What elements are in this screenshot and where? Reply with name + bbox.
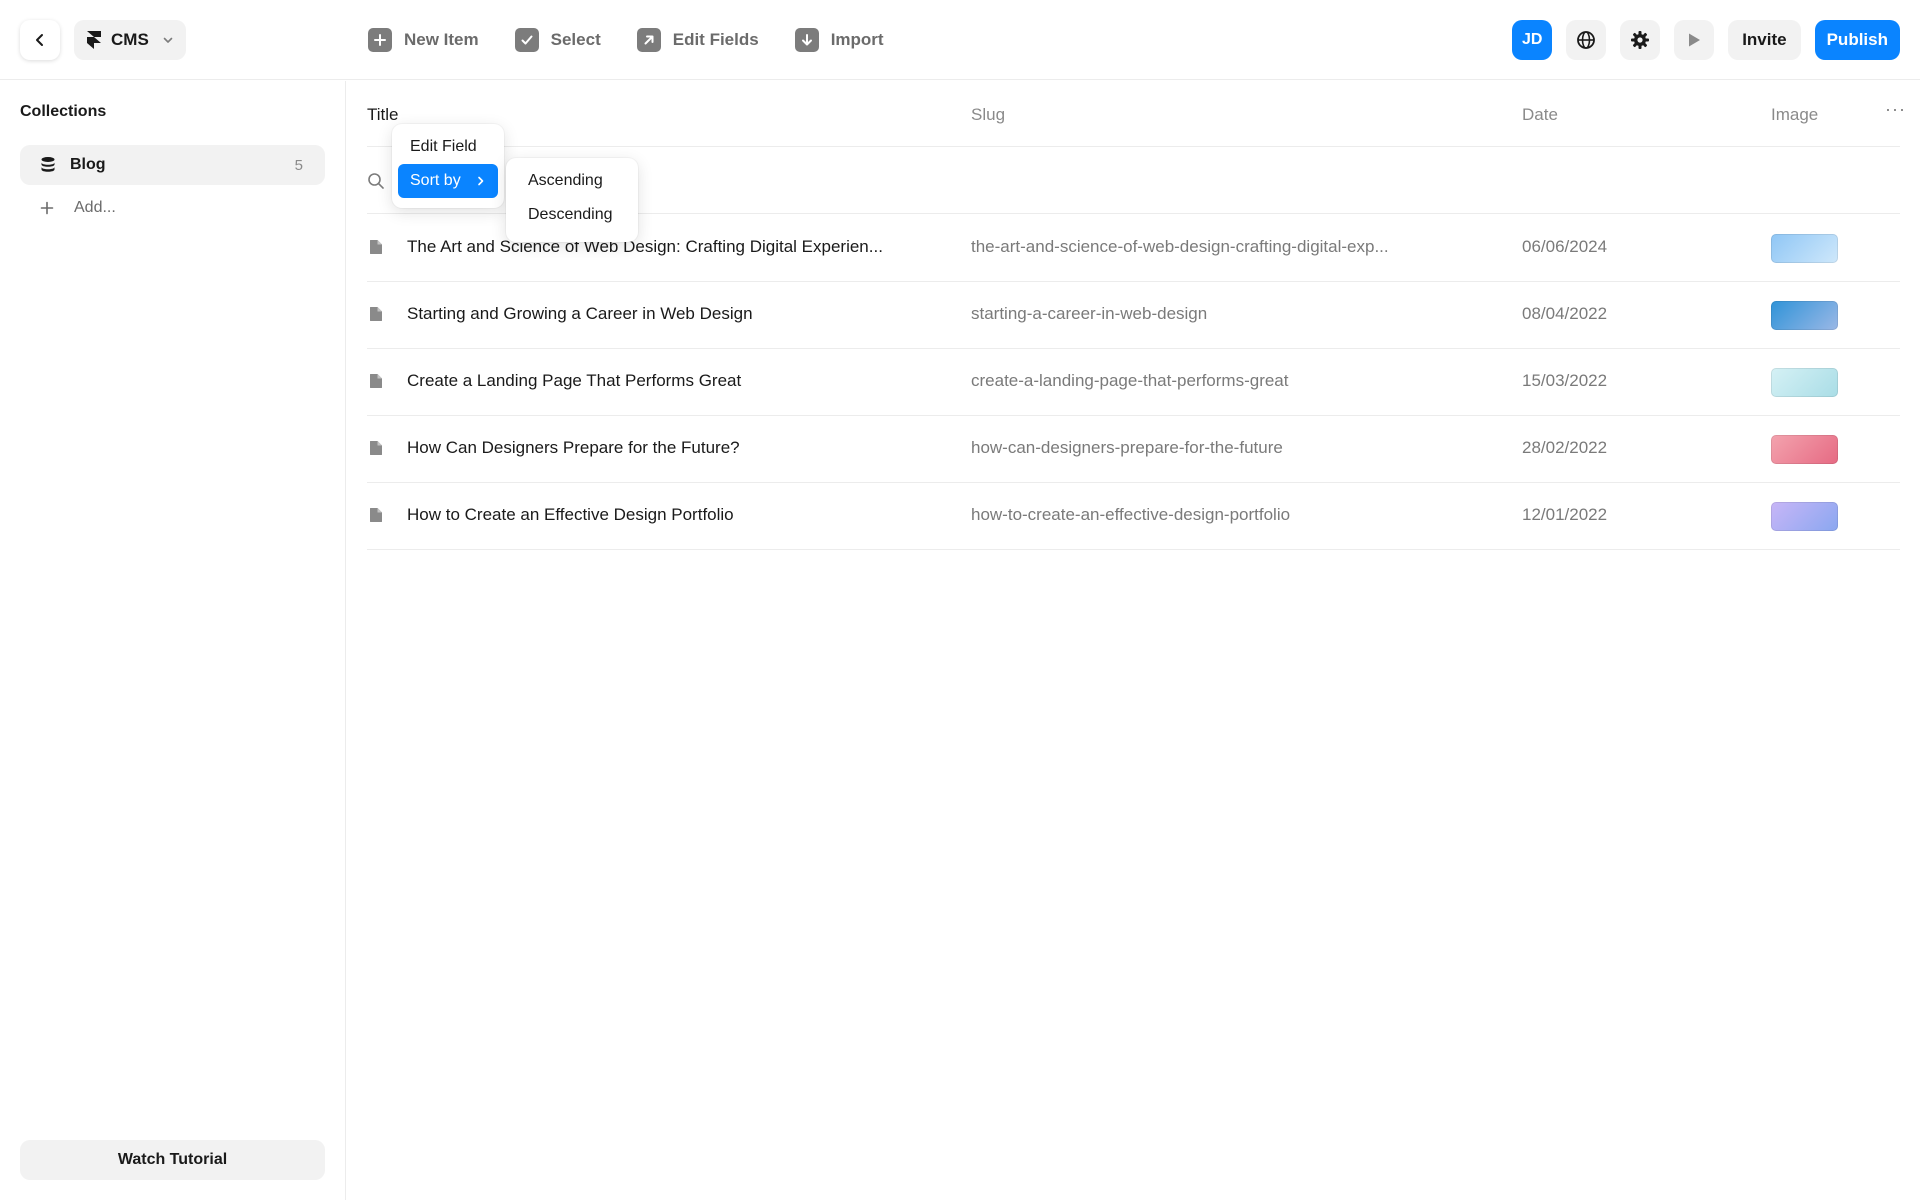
column-header-slug[interactable]: Slug	[971, 105, 1005, 125]
column-header-image[interactable]: Image	[1771, 105, 1818, 125]
settings-button[interactable]	[1620, 20, 1661, 60]
table-rows: The Art and Science of Web Design: Craft…	[367, 215, 1900, 550]
document-icon	[370, 374, 382, 388]
add-collection-button[interactable]: Add...	[40, 193, 116, 223]
plus-icon	[368, 28, 392, 52]
sort-submenu: Ascending Descending	[506, 158, 638, 242]
row-title: How Can Designers Prepare for the Future…	[407, 438, 740, 457]
import-label: Import	[830, 30, 884, 49]
collections-sidebar: Collections Blog 5 Add... Watch Tutorial	[0, 81, 346, 1200]
select-button[interactable]: Select	[514, 28, 601, 52]
row-image-thumbnail[interactable]	[1771, 234, 1838, 263]
row-slug: starting-a-career-in-web-design	[971, 304, 1208, 323]
document-icon	[370, 508, 382, 522]
row-slug: create-a-landing-page-that-performs-grea…	[971, 371, 1289, 390]
gear-icon	[1631, 31, 1650, 49]
row-date: 08/04/2022	[1522, 304, 1608, 323]
table-row[interactable]: Starting and Growing a Career in Web Des…	[367, 282, 1900, 349]
new-item-label: New Item	[404, 30, 479, 49]
arrow-up-right-icon	[636, 28, 661, 52]
arrow-down-icon	[794, 28, 819, 52]
table-row[interactable]: How to Create an Effective Design Portfo…	[367, 483, 1900, 550]
row-image-thumbnail[interactable]	[1771, 502, 1838, 531]
menu-item-label: Descending	[528, 206, 613, 223]
row-image-thumbnail[interactable]	[1771, 301, 1838, 330]
top-bar: CMS New Item Select Edit Fields Import J…	[0, 0, 1920, 80]
cms-label: CMS	[111, 30, 149, 49]
document-icon	[370, 441, 382, 455]
select-label: Select	[550, 30, 601, 49]
row-title: How to Create an Effective Design Portfo…	[407, 505, 734, 524]
row-date: 15/03/2022	[1522, 371, 1608, 390]
row-title: Create a Landing Page That Performs Grea…	[407, 371, 742, 390]
menu-item-ascending[interactable]: Ascending	[512, 164, 632, 198]
more-options-icon[interactable]: ···	[1885, 99, 1906, 120]
cms-project-switcher[interactable]: CMS	[74, 20, 186, 60]
row-title: Starting and Growing a Career in Web Des…	[407, 304, 753, 323]
chevron-left-icon	[36, 34, 43, 46]
watch-tutorial-button[interactable]: Watch Tutorial	[20, 1140, 325, 1180]
table-row[interactable]: How Can Designers Prepare for the Future…	[367, 416, 1900, 483]
document-icon	[370, 307, 382, 321]
framer-logo-icon	[87, 31, 101, 49]
row-slug: how-can-designers-prepare-for-the-future	[971, 438, 1283, 457]
edit-fields-button[interactable]: Edit Fields	[636, 28, 759, 52]
menu-item-label: Edit Field	[410, 138, 477, 155]
document-icon	[370, 240, 382, 254]
row-title: The Art and Science of Web Design: Craft…	[407, 237, 883, 256]
row-date: 28/02/2022	[1522, 438, 1608, 457]
user-avatar[interactable]: JD	[1512, 20, 1553, 60]
globe-icon	[1577, 31, 1596, 49]
column-header-date[interactable]: Date	[1522, 105, 1558, 125]
add-collection-label: Add...	[74, 199, 116, 216]
header-actions: JD Invite Publish	[1512, 20, 1900, 60]
menu-item-descending[interactable]: Descending	[512, 198, 632, 232]
row-date: 06/06/2024	[1522, 237, 1608, 256]
publish-button[interactable]: Publish	[1814, 20, 1900, 60]
site-settings-button[interactable]	[1566, 20, 1607, 60]
menu-item-edit-field[interactable]: Edit Field	[398, 130, 498, 164]
menu-item-sort-by[interactable]: Sort by	[398, 164, 498, 198]
preview-button[interactable]	[1674, 20, 1715, 60]
row-image-thumbnail[interactable]	[1771, 368, 1838, 397]
toolbar: New Item Select Edit Fields Import	[368, 24, 884, 56]
collection-name: Blog	[70, 156, 106, 173]
menu-item-label: Sort by	[410, 172, 461, 189]
column-header-title[interactable]: Title	[367, 105, 399, 125]
menu-item-label: Ascending	[528, 172, 603, 189]
row-date: 12/01/2022	[1522, 505, 1608, 524]
row-slug: how-to-create-an-effective-design-portfo…	[971, 505, 1291, 524]
new-item-button[interactable]: New Item	[368, 28, 479, 52]
sidebar-item-blog[interactable]: Blog 5	[20, 145, 325, 185]
collections-heading: Collections	[20, 103, 107, 120]
collection-count: 5	[294, 156, 303, 174]
table-header: Title Slug Date Image ···	[367, 81, 1905, 147]
row-image-thumbnail[interactable]	[1771, 435, 1838, 464]
cms-app: CMS New Item Select Edit Fields Import J…	[0, 0, 1920, 1200]
collection-table: Title Slug Date Image ··· The Art and Sc…	[347, 81, 1920, 1200]
table-row[interactable]: Create a Landing Page That Performs Grea…	[367, 349, 1900, 416]
invite-button[interactable]: Invite	[1728, 20, 1801, 60]
chevron-right-icon	[476, 175, 486, 187]
search-icon	[368, 173, 384, 189]
plus-icon	[40, 201, 54, 215]
checkbox-icon	[514, 28, 539, 52]
database-icon	[41, 157, 55, 172]
back-button[interactable]	[20, 20, 60, 60]
column-context-menu: Edit Field Sort by	[392, 124, 504, 208]
chevron-down-icon	[162, 34, 174, 46]
play-icon	[1689, 33, 1701, 47]
edit-fields-label: Edit Fields	[672, 30, 759, 49]
import-button[interactable]: Import	[794, 28, 884, 52]
row-slug: the-art-and-science-of-web-design-crafti…	[971, 237, 1389, 256]
